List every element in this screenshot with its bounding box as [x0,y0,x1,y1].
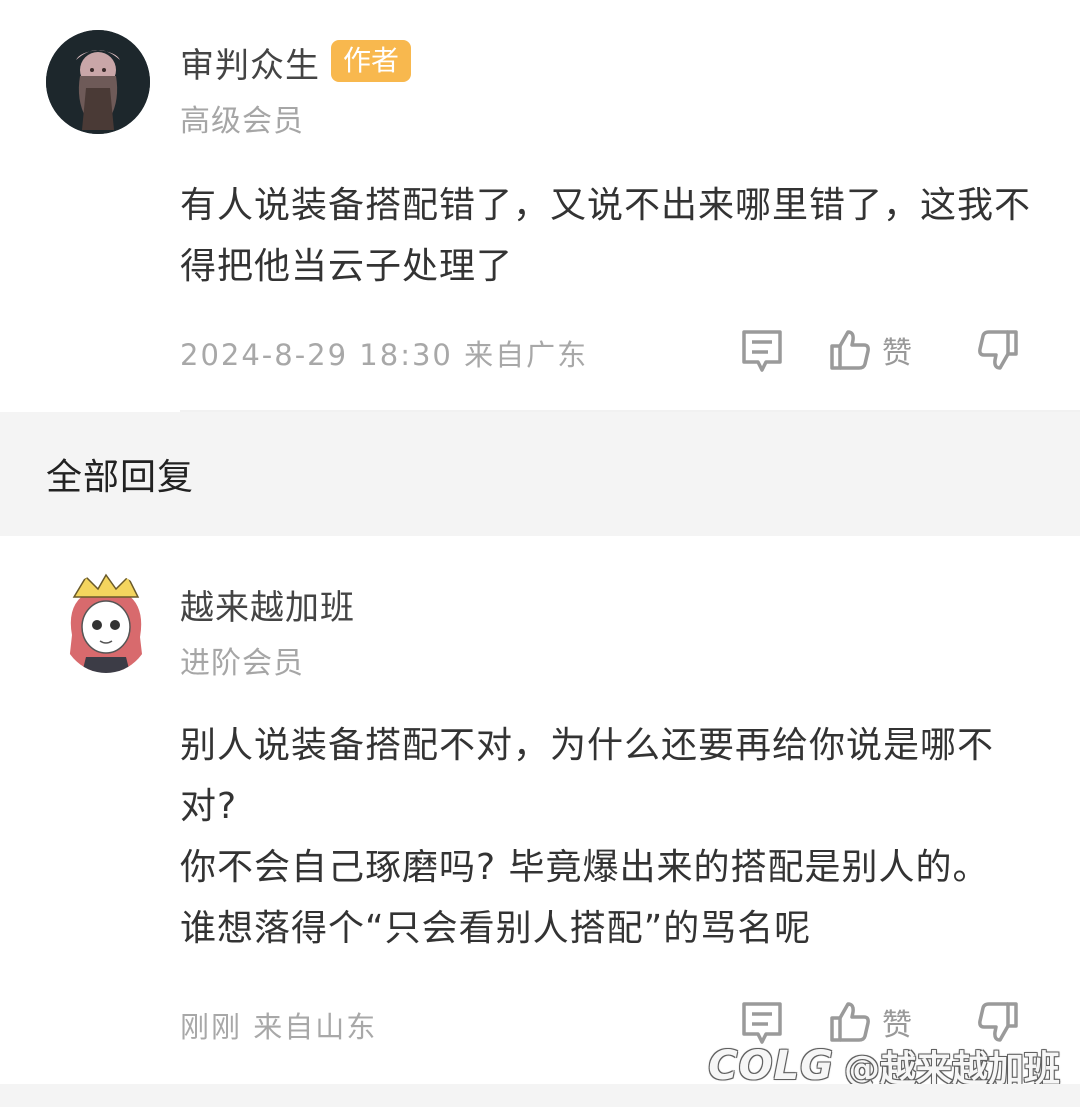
comment-content: 有人说装备搭配错了，又说不出来哪里错了，这我不得把他当云子处理了 [180,185,1032,287]
comment-location: 来自广东 [464,338,589,372]
reply-content: 别人说装备搭配不对，为什么还要再给你说是哪不对? 你不会自己琢磨吗? 毕竟爆出来… [180,725,995,949]
reply-avatar[interactable] [60,573,152,673]
author-level: 高级会员 [180,104,304,139]
thumbs-up-icon [828,328,872,372]
main-comment: 审判众生 作者 高级会员 有人说装备搭配错了，又说不出来哪里错了，这我不得把他当… [0,0,1080,412]
comment-actions: 赞 [740,328,1040,378]
thumbs-up-icon [828,1000,872,1044]
reply-timestamp: 刚刚 [180,1010,243,1044]
author-username[interactable]: 审判众生 [180,38,320,87]
reply-location: 来自山东 [253,1010,378,1044]
reply-button[interactable] [740,328,784,374]
reply-meta: 刚刚 来自山东 [180,1004,377,1046]
comment-icon [740,328,784,374]
like-button[interactable]: 赞 [828,328,912,372]
thumbs-down-icon [976,328,1020,372]
author-badge: 作者 [331,40,412,82]
watermark-logo: COLG [708,1043,834,1089]
like-label: 赞 [882,336,912,371]
thumbs-down-icon [976,1000,1020,1044]
comment-meta: 2024-8-29 18:30 来自广东 [180,332,588,374]
reply-level: 进阶会员 [180,646,304,681]
author-avatar[interactable] [46,30,150,134]
reply-dislike-button[interactable] [976,1000,1020,1044]
bottom-divider [0,1084,1080,1107]
reply-like-button[interactable]: 赞 [828,1000,912,1044]
comment-timestamp: 2024-8-29 18:30 [180,338,453,372]
reply-username[interactable]: 越来越加班 [180,580,355,629]
like-label: 赞 [882,1008,912,1043]
dislike-button[interactable] [976,328,1020,372]
section-title: 全部回复 [46,457,195,498]
